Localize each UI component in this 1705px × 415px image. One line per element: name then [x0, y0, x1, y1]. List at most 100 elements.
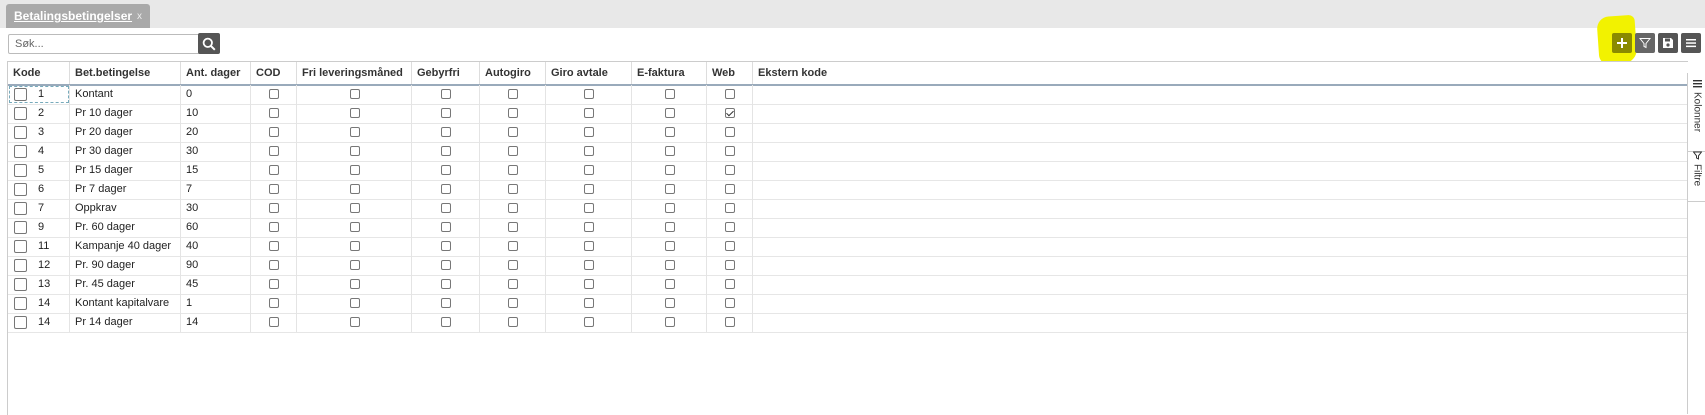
row-select-checkbox[interactable]: [14, 259, 27, 272]
tab-close-icon[interactable]: x: [137, 11, 142, 22]
search-button[interactable]: [198, 33, 220, 54]
giro-checkbox[interactable]: [584, 317, 594, 327]
cod-checkbox[interactable]: [269, 317, 279, 327]
fri-checkbox[interactable]: [350, 89, 360, 99]
web-checkbox[interactable]: [725, 279, 735, 289]
web-checkbox[interactable]: [725, 165, 735, 175]
table-row[interactable]: 3 Pr 20 dager 20: [8, 123, 1688, 143]
row-select-checkbox[interactable]: [14, 240, 27, 253]
fri-checkbox[interactable]: [350, 127, 360, 137]
add-button[interactable]: [1612, 33, 1632, 53]
table-row[interactable]: 7 Oppkrav 30: [8, 199, 1688, 219]
gebyrfri-checkbox[interactable]: [441, 222, 451, 232]
row-select-checkbox[interactable]: [14, 278, 27, 291]
fri-checkbox[interactable]: [350, 260, 360, 270]
gebyrfri-checkbox[interactable]: [441, 184, 451, 194]
column-header[interactable]: Bet.betingelse: [70, 62, 181, 84]
fri-checkbox[interactable]: [350, 165, 360, 175]
efaktura-checkbox[interactable]: [665, 222, 675, 232]
efaktura-checkbox[interactable]: [665, 279, 675, 289]
giro-checkbox[interactable]: [584, 184, 594, 194]
autogiro-checkbox[interactable]: [508, 317, 518, 327]
column-header[interactable]: Gebyrfri: [412, 62, 480, 84]
table-row[interactable]: 14 Kontant kapitalvare 1: [8, 294, 1688, 314]
gebyrfri-checkbox[interactable]: [441, 89, 451, 99]
giro-checkbox[interactable]: [584, 222, 594, 232]
column-header[interactable]: Kode: [8, 62, 70, 84]
menu-button[interactable]: [1681, 33, 1701, 53]
cod-checkbox[interactable]: [269, 203, 279, 213]
web-checkbox[interactable]: [725, 127, 735, 137]
giro-checkbox[interactable]: [584, 241, 594, 251]
row-select-checkbox[interactable]: [14, 316, 27, 329]
web-checkbox[interactable]: [725, 108, 735, 118]
autogiro-checkbox[interactable]: [508, 127, 518, 137]
gebyrfri-checkbox[interactable]: [441, 241, 451, 251]
row-select-checkbox[interactable]: [14, 202, 27, 215]
gebyrfri-checkbox[interactable]: [441, 279, 451, 289]
table-row[interactable]: 1 Kontant 0: [8, 85, 1688, 105]
table-row[interactable]: 2 Pr 10 dager 10: [8, 104, 1688, 124]
table-row[interactable]: 11 Kampanje 40 dager 40: [8, 237, 1688, 257]
web-checkbox[interactable]: [725, 241, 735, 251]
fri-checkbox[interactable]: [350, 317, 360, 327]
autogiro-checkbox[interactable]: [508, 279, 518, 289]
web-checkbox[interactable]: [725, 184, 735, 194]
efaktura-checkbox[interactable]: [665, 127, 675, 137]
columns-panel-tab[interactable]: Kolonner: [1688, 73, 1705, 152]
giro-checkbox[interactable]: [584, 279, 594, 289]
giro-checkbox[interactable]: [584, 298, 594, 308]
efaktura-checkbox[interactable]: [665, 108, 675, 118]
save-button[interactable]: [1658, 33, 1678, 53]
table-row[interactable]: 14 Pr 14 dager 14: [8, 313, 1688, 333]
giro-checkbox[interactable]: [584, 203, 594, 213]
row-select-checkbox[interactable]: [14, 107, 27, 120]
column-header[interactable]: Web: [707, 62, 753, 84]
table-row[interactable]: 12 Pr. 90 dager 90: [8, 256, 1688, 276]
cod-checkbox[interactable]: [269, 127, 279, 137]
gebyrfri-checkbox[interactable]: [441, 165, 451, 175]
giro-checkbox[interactable]: [584, 108, 594, 118]
column-header[interactable]: E-faktura: [632, 62, 707, 84]
web-checkbox[interactable]: [725, 298, 735, 308]
web-checkbox[interactable]: [725, 146, 735, 156]
efaktura-checkbox[interactable]: [665, 203, 675, 213]
row-select-checkbox[interactable]: [14, 164, 27, 177]
gebyrfri-checkbox[interactable]: [441, 317, 451, 327]
efaktura-checkbox[interactable]: [665, 260, 675, 270]
gebyrfri-checkbox[interactable]: [441, 260, 451, 270]
column-header[interactable]: Ant. dager: [181, 62, 251, 84]
giro-checkbox[interactable]: [584, 127, 594, 137]
cod-checkbox[interactable]: [269, 279, 279, 289]
table-row[interactable]: 4 Pr 30 dager 30: [8, 142, 1688, 162]
cod-checkbox[interactable]: [269, 89, 279, 99]
column-header[interactable]: Fri leveringsmåned: [297, 62, 412, 84]
row-select-checkbox[interactable]: [14, 145, 27, 158]
efaktura-checkbox[interactable]: [665, 241, 675, 251]
giro-checkbox[interactable]: [584, 89, 594, 99]
filter-button[interactable]: [1635, 33, 1655, 53]
table-row[interactable]: 5 Pr 15 dager 15: [8, 161, 1688, 181]
efaktura-checkbox[interactable]: [665, 89, 675, 99]
autogiro-checkbox[interactable]: [508, 241, 518, 251]
fri-checkbox[interactable]: [350, 108, 360, 118]
table-row[interactable]: 6 Pr 7 dager 7: [8, 180, 1688, 200]
table-row[interactable]: 9 Pr. 60 dager 60: [8, 218, 1688, 238]
column-header[interactable]: Giro avtale: [546, 62, 632, 84]
search-input[interactable]: [8, 34, 204, 54]
filter-panel-tab[interactable]: Filtre: [1688, 145, 1705, 202]
column-header[interactable]: Ekstern kode: [753, 62, 1688, 84]
gebyrfri-checkbox[interactable]: [441, 298, 451, 308]
gebyrfri-checkbox[interactable]: [441, 203, 451, 213]
efaktura-checkbox[interactable]: [665, 184, 675, 194]
efaktura-checkbox[interactable]: [665, 146, 675, 156]
giro-checkbox[interactable]: [584, 260, 594, 270]
table-row[interactable]: 13 Pr. 45 dager 45: [8, 275, 1688, 295]
tab-label[interactable]: Betalingsbetingelser: [14, 9, 132, 23]
web-checkbox[interactable]: [725, 222, 735, 232]
cod-checkbox[interactable]: [269, 241, 279, 251]
cod-checkbox[interactable]: [269, 146, 279, 156]
gebyrfri-checkbox[interactable]: [441, 127, 451, 137]
giro-checkbox[interactable]: [584, 165, 594, 175]
web-checkbox[interactable]: [725, 203, 735, 213]
